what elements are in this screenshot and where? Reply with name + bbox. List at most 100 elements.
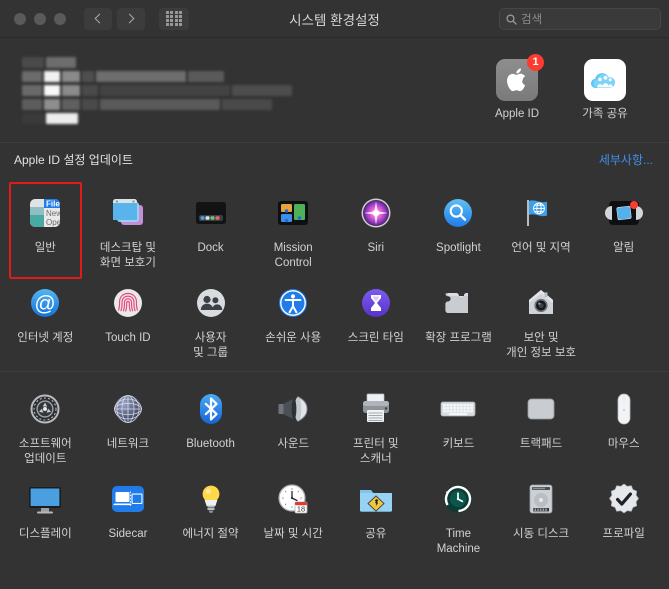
pref-label: Sidecar (108, 528, 148, 541)
pref-label: Spotlight (436, 242, 481, 254)
search-placeholder: 검색 (521, 14, 543, 26)
siri-icon (353, 190, 399, 236)
bluetooth-icon (188, 386, 234, 432)
pref-label: 트랙패드 (519, 437, 563, 450)
notifications-icon (601, 190, 647, 236)
pref-label: Dock (197, 242, 224, 254)
extensions-puzzle-icon (435, 280, 481, 326)
pref-profiles[interactable]: 프로파일 (582, 470, 665, 560)
pref-label: 공유 (365, 528, 387, 541)
show-all-button[interactable] (159, 7, 189, 30)
pref-label: 스크린 타임 (347, 332, 404, 345)
pref-notifications[interactable]: 알림 (582, 184, 665, 274)
pref-bluetooth[interactable]: Bluetooth (169, 380, 252, 470)
pref-printers-scanners[interactable]: 프린터 및 스캐너 (335, 380, 418, 470)
keyboard-icon (435, 386, 481, 432)
svg-text:Ope: Ope (46, 218, 62, 227)
pref-time-machine[interactable]: Time Machine (417, 470, 500, 560)
pref-label: 확장 프로그램 (425, 332, 492, 345)
apple-id-tile[interactable]: 1 Apple ID (485, 53, 549, 122)
pref-security-privacy[interactable]: 보안 및 개인 정보 보호 (500, 274, 583, 364)
pref-label: 손쉬운 사용 (265, 332, 322, 345)
family-sharing-tile[interactable]: 가족 공유 (573, 58, 637, 122)
energy-saver-bulb-icon (188, 476, 234, 522)
pref-dock[interactable]: Dock (169, 184, 252, 274)
pref-siri[interactable]: Siri (335, 184, 418, 274)
preference-panes: File New Ope 일반 데스크탑 및 화면 보호기 Dock Missi… (0, 176, 669, 589)
pref-touch-id[interactable]: Touch ID (87, 274, 170, 364)
forward-button[interactable] (117, 7, 145, 30)
printer-scanner-icon (353, 386, 399, 432)
preference-section-hardware: 소프트웨어 업데이트 네트워크 Bluetooth 사운드 프린터 및 스캐너 … (0, 370, 669, 567)
time-machine-icon (435, 476, 481, 522)
account-tiles: 1 Apple ID 가족 공유 (485, 53, 653, 122)
search-icon (506, 13, 517, 25)
profiles-badge-icon (601, 476, 647, 522)
pref-displays[interactable]: 디스플레이 (4, 470, 87, 560)
desktop-screensaver-icon (105, 190, 151, 236)
touch-id-fingerprint-icon (105, 280, 151, 326)
system-preferences-window: 시스템 환경설정 검색 1 Apple ID 가족 공유 Apple ID 설정… (0, 0, 669, 589)
pref-date-time[interactable]: 18 날짜 및 시간 (252, 470, 335, 560)
internet-accounts-at-icon: @ (22, 280, 68, 326)
pref-label: 마우스 (607, 437, 640, 450)
pref-energy-saver[interactable]: 에너지 절약 (169, 470, 252, 560)
chevron-left-icon (94, 13, 105, 24)
pref-internet-accounts[interactable]: @ 인터넷 계정 (4, 274, 87, 364)
pref-sound[interactable]: 사운드 (252, 380, 335, 470)
account-header: 1 Apple ID 가족 공유 (0, 38, 669, 142)
pref-sharing[interactable]: 공유 (335, 470, 418, 560)
pref-empty-slot (582, 274, 665, 364)
language-region-flag-icon (518, 190, 564, 236)
family-sharing-icon (584, 58, 626, 101)
pref-label: 언어 및 지역 (511, 242, 571, 254)
pref-label: 디스플레이 (18, 528, 72, 541)
pref-users-groups[interactable]: 사용자 및 그룹 (169, 274, 252, 364)
pref-mouse[interactable]: 마우스 (582, 380, 665, 470)
network-globe-icon (105, 386, 151, 432)
general-menu-icon: File New Ope (22, 190, 68, 236)
pref-label: 프로파일 (602, 528, 645, 541)
pref-general[interactable]: File New Ope 일반 (4, 181, 87, 280)
navigation-buttons (84, 7, 145, 30)
user-identity-blurred (22, 56, 292, 124)
pref-network[interactable]: 네트워크 (87, 380, 170, 470)
pref-startup-disk[interactable]: 시동 디스크 (500, 470, 583, 560)
pref-language-region[interactable]: 언어 및 지역 (500, 184, 583, 274)
traffic-lights (14, 12, 66, 25)
mouse-icon (601, 386, 647, 432)
pref-spotlight[interactable]: Spotlight (417, 184, 500, 274)
pref-label: 보안 및 개인 정보 보호 (506, 332, 576, 360)
banner-details-link[interactable]: 세부사항... (599, 151, 653, 168)
preference-section-personal: File New Ope 일반 데스크탑 및 화면 보호기 Dock Missi… (0, 176, 669, 371)
svg-text:@: @ (35, 293, 56, 316)
trackpad-icon (518, 386, 564, 432)
apple-id-update-banner: Apple ID 설정 업데이트 세부사항... (0, 142, 669, 176)
apple-id-badge: 1 (527, 53, 544, 71)
zoom-button[interactable] (54, 12, 66, 25)
pref-desktop-screensaver[interactable]: 데스크탑 및 화면 보호기 (87, 184, 170, 274)
sidecar-icon (105, 476, 151, 522)
pref-sidecar[interactable]: Sidecar (87, 470, 170, 560)
pref-extensions[interactable]: 확장 프로그램 (417, 274, 500, 364)
pref-screen-time[interactable]: 스크린 타임 (335, 274, 418, 364)
pref-label: 사운드 (277, 437, 310, 450)
date-time-clock-icon: 18 (270, 476, 316, 522)
close-button[interactable] (14, 12, 26, 25)
search-field[interactable]: 검색 (499, 8, 661, 30)
pref-label: 에너지 절약 (182, 528, 239, 541)
back-button[interactable] (84, 7, 112, 30)
preference-row: 디스플레이 Sidecar 에너지 절약 18 날짜 및 시간 공유 Time … (0, 470, 669, 560)
pref-trackpad[interactable]: 트랙패드 (500, 380, 583, 470)
pref-keyboard[interactable]: 키보드 (417, 380, 500, 470)
minimize-button[interactable] (34, 12, 46, 25)
pref-accessibility[interactable]: 손쉬운 사용 (252, 274, 335, 364)
pref-label: 시동 디스크 (513, 528, 570, 541)
pref-label: 알림 (613, 242, 635, 254)
pref-mission-control[interactable]: Mission Control (252, 184, 335, 274)
pref-software-update[interactable]: 소프트웨어 업데이트 (4, 380, 87, 470)
pref-label: Mission Control (273, 242, 313, 269)
preference-row: 소프트웨어 업데이트 네트워크 Bluetooth 사운드 프린터 및 스캐너 … (0, 380, 669, 470)
software-update-gear-icon (22, 386, 68, 432)
svg-text:18: 18 (297, 505, 305, 514)
